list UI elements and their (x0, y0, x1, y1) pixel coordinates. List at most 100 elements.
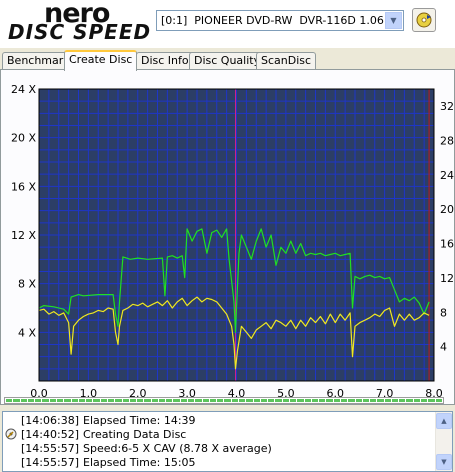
progress-segment (370, 399, 377, 402)
log-message: Elapsed Time: 14:39 (83, 413, 196, 427)
progress-segment (137, 399, 144, 402)
progress-segment (340, 399, 348, 402)
progress-segment (326, 399, 333, 402)
y-tick-label-left: 8 X (18, 278, 36, 291)
progress-segment (100, 399, 107, 402)
progress-segment (311, 399, 319, 402)
progress-segment (391, 399, 399, 402)
create-disc-panel: 4 X8 X 12 X 16 X 20 X 24 X 4 8 12 16 20 24 28 32 0.… (0, 69, 455, 405)
progress-segment (158, 399, 166, 402)
speed-chart: 4 X8 X12 X16 X20 X24 X 48121620242832 0.… (11, 83, 454, 400)
y-tick-label-right: 16 (440, 238, 454, 251)
progress-segment (35, 399, 42, 402)
progress-segment (333, 399, 340, 402)
progress-segment (275, 399, 282, 402)
progress-segment (188, 399, 195, 402)
progress-segment (399, 399, 406, 402)
y-tick-label-left: 12 X (11, 229, 36, 242)
progress-segment (115, 399, 122, 402)
progress-segment (217, 399, 224, 402)
progress-segment (428, 399, 435, 402)
progress-segment (180, 399, 188, 402)
log-message: Elapsed Time: 15:05 (83, 455, 196, 469)
log-time: [14:40:52] (21, 427, 79, 441)
y-tick-label-left: 16 X (11, 180, 36, 193)
progress-segment (49, 399, 56, 402)
log-time: [14:55:57] (21, 455, 79, 469)
progress-segment (268, 399, 275, 402)
progress-segment (224, 399, 231, 402)
y-tick-label-right: 24 (440, 169, 454, 182)
disc-write-icon (5, 428, 17, 440)
progress-segment (27, 399, 35, 402)
log-time: [14:55:57] (21, 441, 79, 455)
y-tick-label-right: 12 (440, 272, 454, 285)
progress-segment (319, 399, 326, 402)
tab-scandisc[interactable]: ScanDisc (256, 52, 317, 70)
y-tick-label-right: 8 (440, 306, 447, 319)
nero-discspeed-logo: nero DISC SPEED (4, 0, 154, 46)
y-tick-label-right: 20 (440, 203, 454, 216)
log-time: [14:06:38] (21, 413, 79, 427)
drive-select[interactable]: [0:1] PIONEER DVD-RW DVR-116D 1.06 ▼ (156, 10, 404, 31)
progress-segment (239, 399, 246, 402)
progress-segment (377, 399, 384, 402)
progress-segment (13, 399, 20, 402)
drive-select-value: [0:1] PIONEER DVD-RW DVR-116D 1.06 (161, 14, 384, 27)
log-row: [14:06:38] Elapsed Time: 14:39 (3, 413, 433, 427)
y-tick-label-left: 4 X (18, 326, 36, 339)
progress-segment (406, 399, 413, 402)
tab-create-disc[interactable]: Create Disc (64, 50, 138, 71)
progress-segment (202, 399, 209, 402)
progress-segment (144, 399, 151, 402)
eject-button[interactable] (412, 8, 436, 32)
y-tick-label-right: 4 (440, 341, 447, 354)
progress-segment (231, 399, 238, 402)
progress-segment (421, 399, 428, 402)
tab-disc-quality[interactable]: Disc Quality (189, 52, 266, 70)
progress-segment (246, 399, 253, 402)
progress-segment (362, 399, 370, 402)
y-tick-label-right: 32 (440, 100, 454, 113)
progress-segment (151, 399, 158, 402)
progress-segment (20, 399, 27, 402)
tab-bar: Benchmark Create Disc Disc Info Disc Qua… (0, 50, 455, 71)
progress-segment (355, 399, 362, 402)
chevron-down-icon[interactable]: ▼ (385, 12, 402, 29)
logo-product-name: DISC SPEED (8, 20, 152, 44)
progress-segment (86, 399, 93, 402)
scroll-down-button[interactable]: ▼ (436, 454, 452, 470)
y-tick-label-right: 28 (440, 135, 454, 148)
log-panel: [14:06:38] Elapsed Time: 14:39 [14:40:52… (2, 411, 453, 472)
log-row: [14:55:57] Elapsed Time: 15:05 (3, 455, 433, 469)
log-message: Creating Data Disc (83, 427, 187, 441)
progress-segment (195, 399, 202, 402)
tab-disc-info[interactable]: Disc Info (136, 52, 194, 70)
progress-segment (282, 399, 289, 402)
eject-icon (416, 12, 432, 28)
log-row: [14:40:52] Creating Data Disc (3, 427, 433, 441)
progress-segment (42, 399, 49, 402)
progress-segment (304, 399, 311, 402)
y-tick-label-left: 20 X (11, 132, 36, 145)
log-scrollbar[interactable]: ▲ ▼ (435, 412, 452, 471)
progress-segment (173, 399, 180, 402)
progress-segment (129, 399, 137, 402)
progress-segment (56, 399, 64, 402)
progress-segment (413, 399, 421, 402)
progress-segment (297, 399, 304, 402)
log-row: [14:55:57] Speed:6-5 X CAV (8.78 X avera… (3, 441, 433, 455)
progress-segment (78, 399, 86, 402)
header: nero DISC SPEED [0:1] PIONEER DVD-RW DVR… (0, 0, 455, 48)
y-tick-label-left: 24 X (11, 83, 36, 96)
progress-segment (289, 399, 297, 402)
progress-segment (64, 399, 71, 402)
progress-segment (107, 399, 115, 402)
progress-bar (4, 397, 444, 404)
progress-segment (384, 399, 391, 402)
scroll-up-button[interactable]: ▲ (436, 413, 452, 429)
progress-segment (435, 399, 442, 402)
progress-segment (6, 399, 13, 402)
log-message: Speed:6-5 X CAV (8.78 X average) (83, 441, 272, 455)
progress-segment (260, 399, 268, 402)
